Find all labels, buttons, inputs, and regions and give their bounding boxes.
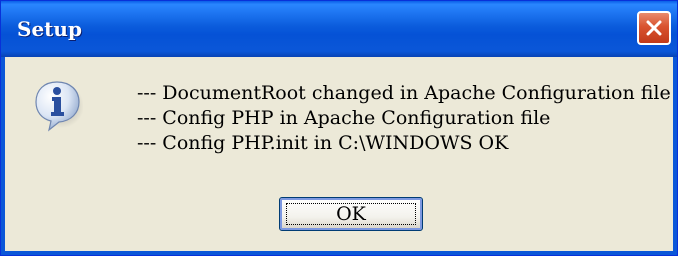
- info-icon: [33, 79, 84, 133]
- window-title: Setup: [17, 17, 82, 41]
- window-border-bottom: [1, 251, 677, 255]
- window-border-left: [1, 57, 5, 255]
- message-line: --- Config PHP in Apache Configuration f…: [137, 107, 551, 129]
- message-text: --- DocumentRoot changed in Apache Confi…: [137, 81, 671, 156]
- setup-dialog-window: Setup --- DocumentRoot changed in Apache…: [0, 0, 678, 256]
- message-line: --- DocumentRoot changed in Apache Confi…: [137, 82, 671, 104]
- close-button[interactable]: [637, 11, 671, 45]
- ok-button[interactable]: OK: [279, 197, 423, 231]
- window-border-right: [673, 57, 677, 255]
- ok-button-label: OK: [336, 203, 366, 225]
- message-line: --- Config PHP.init in C:\WINDOWS OK: [137, 132, 509, 154]
- title-bar[interactable]: Setup: [1, 1, 677, 57]
